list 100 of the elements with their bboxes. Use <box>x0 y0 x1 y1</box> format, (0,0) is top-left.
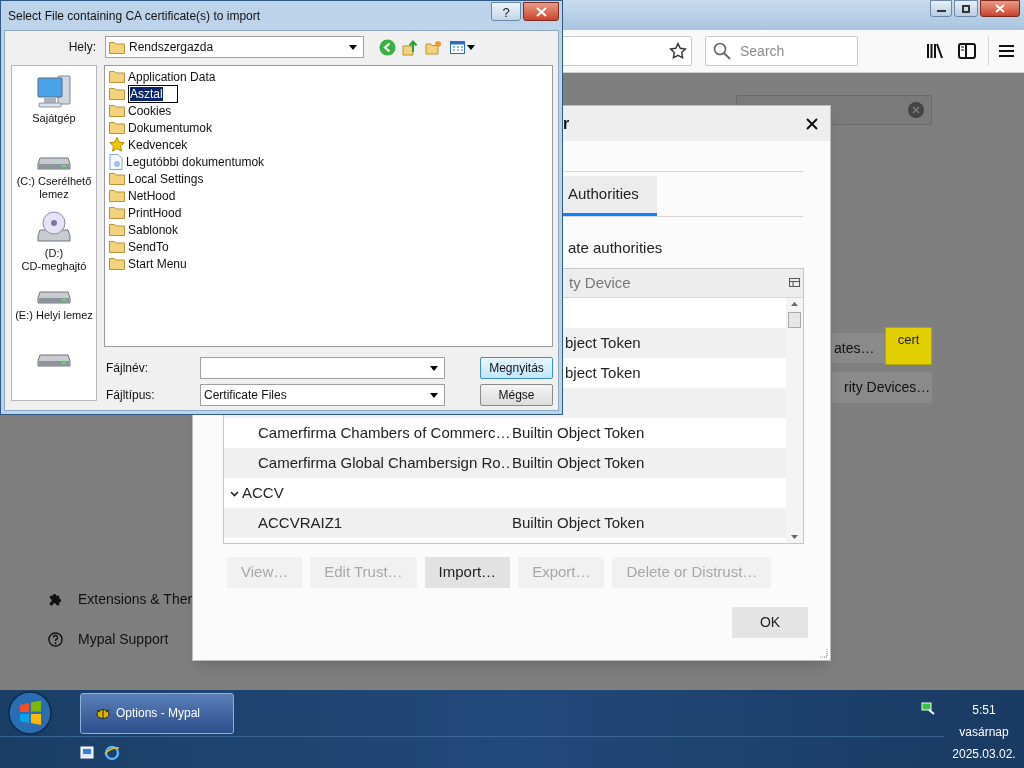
folder-icon <box>109 223 125 236</box>
filename-label: Fájlnév: <box>106 360 150 377</box>
nav-link[interactable]: Extensions & Ther <box>78 588 193 610</box>
up-folder-icon[interactable] <box>402 38 419 56</box>
help-icon <box>48 631 63 647</box>
clock-date[interactable]: 2025.03.02. <box>952 743 1016 765</box>
file-name[interactable]: Local Settings <box>128 170 204 187</box>
folder-icon <box>109 70 125 83</box>
star-icon[interactable] <box>669 42 687 60</box>
grid-icon <box>450 40 465 54</box>
place-label[interactable]: (D:) CD-meghajtó <box>14 247 94 273</box>
help-button[interactable]: ? <box>491 2 521 21</box>
drive-icon <box>37 155 71 171</box>
caret-icon <box>430 392 438 398</box>
dialog-title: Select File containing CA certificate(s) to import <box>8 7 261 25</box>
minimize-button[interactable] <box>930 0 952 17</box>
table-cell-text: Builtin Object Token <box>512 422 645 443</box>
column-header[interactable]: ty Device <box>569 271 631 295</box>
location-label: Hely: <box>67 39 96 56</box>
tooltip: cert <box>885 327 932 365</box>
star-icon <box>109 137 125 152</box>
library-icon[interactable] <box>926 43 944 59</box>
start-orb-icon[interactable] <box>8 691 52 735</box>
computer-icon <box>36 74 72 108</box>
dialog-button[interactable]: Import… <box>424 557 511 588</box>
back-icon[interactable] <box>379 38 396 56</box>
caret-icon <box>349 44 357 50</box>
table-cell-text: Camerfirma Global Chambersign Ro… <box>258 452 512 473</box>
close-button[interactable] <box>523 2 559 21</box>
dialog-title: r <box>563 113 570 134</box>
document-icon <box>109 153 123 170</box>
close-button[interactable] <box>980 0 1020 17</box>
file-name[interactable]: Sablonok <box>128 221 179 238</box>
folder-icon <box>109 257 125 270</box>
puzzle-icon <box>48 591 63 607</box>
folder-icon <box>109 121 125 134</box>
file-name[interactable]: Cookies <box>128 102 172 119</box>
sidebar-icon[interactable] <box>958 43 976 59</box>
security-devices-button[interactable]: rity Devices… <box>832 372 932 403</box>
scroll-down-icon[interactable] <box>791 535 798 539</box>
place-label[interactable]: (E:) Helyi lemez <box>14 309 94 322</box>
restore-button[interactable] <box>954 0 978 17</box>
scrollbar[interactable] <box>786 298 803 543</box>
file-name[interactable]: Dokumentumok <box>128 119 213 136</box>
place-label[interactable]: (C:) Cserélhető lemez <box>14 175 94 201</box>
folder-icon <box>109 189 125 202</box>
ok-button[interactable]: OK <box>732 607 808 638</box>
folder-icon <box>109 206 125 219</box>
filename-field[interactable] <box>200 357 445 379</box>
folder-icon <box>109 104 125 117</box>
file-name[interactable]: PrintHood <box>128 204 182 221</box>
file-name[interactable]: SendTo <box>128 238 169 255</box>
folder-icon <box>109 172 125 185</box>
table-row[interactable]: Camerfirma Global Chambersign Ro…Builtin Object Token <box>224 448 786 478</box>
chevron-icon[interactable] <box>230 488 239 498</box>
filetype-label: Fájltípus: <box>106 387 156 404</box>
search-icon <box>713 42 731 60</box>
table-cell-text: ACCV <box>242 482 284 503</box>
filetype-value: Certificate Files <box>204 387 287 404</box>
intro-text: ate authorities <box>568 238 664 257</box>
file-name[interactable]: Kedvencek <box>128 136 188 153</box>
table-row[interactable]: ACCVRAIZ1 Builtin Object Token <box>224 508 786 538</box>
resize-grip-icon[interactable] <box>818 648 828 658</box>
file-name[interactable]: Start Menu <box>128 255 187 272</box>
bug-icon <box>95 706 111 720</box>
folder-icon <box>109 40 125 54</box>
cancel-button[interactable]: Mégse <box>480 384 553 406</box>
scroll-up-icon[interactable] <box>791 302 798 306</box>
clock-time[interactable]: 5:51 <box>972 699 996 721</box>
close-icon[interactable] <box>806 117 818 130</box>
file-name[interactable]: Asztal <box>128 84 178 103</box>
table-cell-text: Camerfirma Chambers of Commerc… <box>258 422 512 443</box>
caret-icon <box>430 365 438 371</box>
folder-icon <box>109 240 125 253</box>
filetype-dropdown[interactable]: Certificate Files <box>200 384 445 406</box>
clock-day[interactable]: vasárnap <box>959 721 1009 743</box>
search-field[interactable]: Search <box>705 36 858 66</box>
table-cell-text: bject Token <box>565 362 641 383</box>
open-button[interactable]: Megnyitás <box>480 357 553 379</box>
globe-icon[interactable] <box>104 744 120 761</box>
network-icon[interactable] <box>920 701 936 715</box>
desktop-icon[interactable] <box>80 745 95 760</box>
cd-drive-icon <box>37 211 71 243</box>
location-value: Rendszergazda <box>129 39 214 56</box>
taskbar-button[interactable]: Options - Mypal <box>80 692 234 734</box>
file-name[interactable]: NetHood <box>128 187 176 204</box>
folder-icon <box>109 87 125 100</box>
close-icon <box>535 6 547 17</box>
menu-icon[interactable] <box>999 44 1014 58</box>
nav-link[interactable]: Mypal Support <box>78 628 169 650</box>
drive-icon <box>37 289 71 305</box>
table-cell-text: bject Token <box>565 332 641 353</box>
file-name[interactable]: Legutóbbi dokumentumok <box>126 153 265 170</box>
scrollbar-thumb[interactable] <box>788 312 801 328</box>
view-menu-button[interactable] <box>450 40 475 54</box>
place-label[interactable]: Sajátgép <box>14 112 94 125</box>
file-name[interactable]: Application Data <box>128 68 216 85</box>
location-dropdown[interactable]: Rendszergazda <box>105 36 364 58</box>
table-cell-text: ACCVRAIZ1 <box>258 512 344 533</box>
column-picker-icon[interactable] <box>789 277 800 289</box>
